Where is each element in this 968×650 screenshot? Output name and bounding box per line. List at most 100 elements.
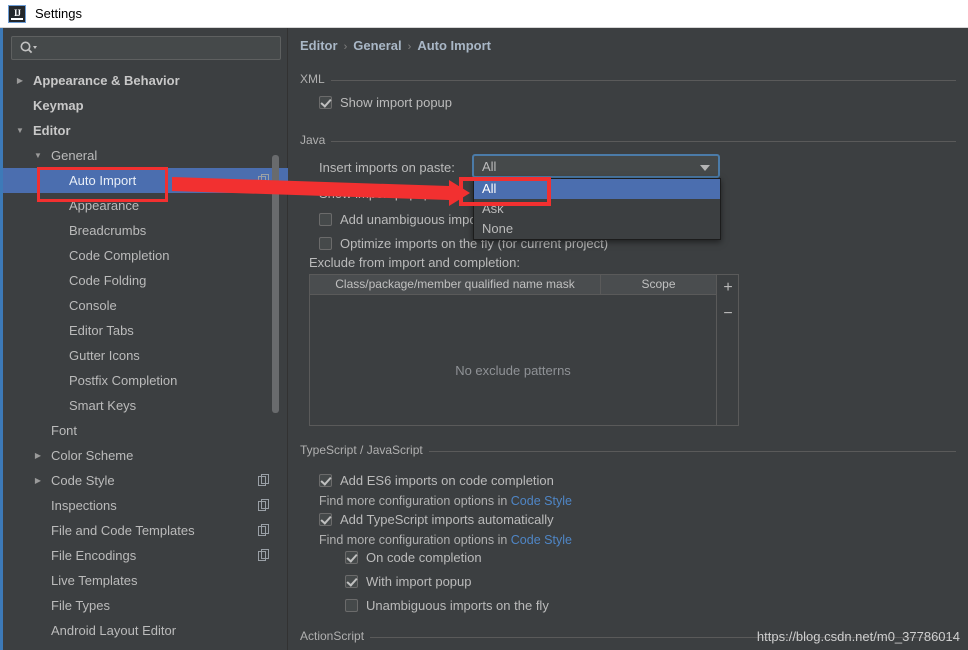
sidebar-item-color-scheme[interactable]: ▶ Color Scheme — [3, 443, 288, 468]
section-title-actionscript: ActionScript — [300, 629, 371, 643]
chevron-down-icon[interactable]: ▼ — [31, 143, 45, 168]
sidebar-item-font[interactable]: Font — [3, 418, 288, 443]
sidebar-item-console[interactable]: Console — [3, 293, 288, 318]
add-exclude-pattern-button[interactable]: + — [717, 277, 739, 299]
sidebar-item-file-and-code-templates[interactable]: File and Code Templates — [3, 518, 288, 543]
checkbox-box-add-es6-imports[interactable] — [319, 474, 332, 487]
sidebar-item-postfix-completion[interactable]: Postfix Completion — [3, 368, 288, 393]
hint-es6-code-style: Find more configuration options in Code … — [319, 492, 572, 510]
checkbox-label-on-code-completion: On code completion — [366, 550, 482, 565]
breadcrumb: Editor › General › Auto Import — [300, 38, 491, 53]
settings-main-panel: Editor › General › Auto Import XML Show impo… — [289, 28, 968, 650]
sidebar-scrollbar-thumb[interactable] — [272, 155, 279, 413]
sidebar-item-label: Code Style — [51, 473, 115, 488]
sidebar-item-label: Gutter Icons — [69, 348, 140, 363]
checkbox-box-on-code-completion[interactable] — [345, 551, 358, 564]
table-header-scope[interactable]: Scope — [601, 275, 716, 294]
search-input[interactable] — [11, 36, 281, 60]
annotation-box-dropdown-all — [459, 177, 551, 206]
link-code-style-es6[interactable]: Code Style — [511, 494, 572, 508]
checkbox-box-unambiguous-imports-on-fly[interactable] — [345, 599, 358, 612]
table-empty-message: No exclude patterns — [455, 363, 571, 378]
sidebar-item-live-templates[interactable]: Live Templates — [3, 568, 288, 593]
chevron-right-icon[interactable]: ▶ — [31, 468, 45, 493]
sidebar-item-general[interactable]: ▼ General — [3, 143, 288, 168]
checkbox-on-code-completion[interactable]: On code completion — [345, 549, 482, 567]
chevron-right-icon[interactable]: ▶ — [13, 68, 27, 93]
sidebar-item-android-layout-editor[interactable]: Android Layout Editor — [3, 618, 288, 643]
exclude-patterns-table[interactable]: Class/package/member qualified name mask… — [309, 274, 717, 426]
sidebar-item-label: File and Code Templates — [51, 523, 195, 538]
sidebar-item-inspections[interactable]: Inspections — [3, 493, 288, 518]
checkbox-label-add-es6-imports: Add ES6 imports on code completion — [340, 473, 554, 488]
checkbox-label-show-import-popup: Show import popup — [340, 95, 453, 110]
checkbox-with-import-popup[interactable]: With import popup — [345, 573, 472, 591]
breadcrumb-item-1[interactable]: General — [353, 38, 401, 53]
sidebar-item-label: Smart Keys — [69, 398, 137, 413]
breadcrumb-item-2[interactable]: Auto Import — [417, 38, 491, 53]
settings-dialog: ▶ Appearance & Behavior Keymap ▼ Editor ▼ Gene… — [0, 28, 968, 650]
section-java: Java — [300, 133, 956, 151]
sidebar-item-label: Live Templates — [51, 573, 138, 588]
chevron-right-icon[interactable]: ▶ — [31, 443, 45, 468]
breadcrumb-item-0[interactable]: Editor — [300, 38, 338, 53]
sidebar-item-label: Appearance & Behavior — [33, 73, 180, 88]
section-typescript-javascript: TypeScript / JavaScript — [300, 443, 956, 461]
checkbox-label-add-typescript-imports: Add TypeScript imports automatically — [340, 512, 554, 527]
sidebar-item-appearance-behavior[interactable]: ▶ Appearance & Behavior — [3, 68, 288, 93]
checkbox-add-typescript-imports[interactable]: Add TypeScript imports automatically — [319, 511, 554, 529]
section-title-ts: TypeScript / JavaScript — [300, 443, 429, 457]
table-header-name-mask[interactable]: Class/package/member qualified name mask — [310, 275, 601, 294]
sidebar-item-code-folding[interactable]: Code Folding — [3, 268, 288, 293]
checkbox-box-show-import-popup[interactable] — [319, 96, 332, 109]
sidebar-item-file-encodings[interactable]: File Encodings — [3, 543, 288, 568]
link-code-style-ts[interactable]: Code Style — [511, 533, 572, 547]
sidebar-scrollbar-track[interactable] — [272, 28, 283, 610]
label-exclude-from-import: Exclude from import and completion: — [309, 255, 520, 270]
remove-exclude-pattern-button[interactable]: − — [717, 303, 739, 325]
hint-ts-code-style: Find more configuration options in Code … — [319, 531, 572, 549]
sidebar-item-label: File Encodings — [51, 548, 137, 563]
sidebar-item-label: Keymap — [33, 98, 84, 113]
annotation-box-auto-import — [37, 167, 168, 202]
settings-tree[interactable]: ▶ Appearance & Behavior Keymap ▼ Editor ▼ Gene… — [3, 68, 288, 650]
section-divider-java — [300, 141, 956, 142]
sidebar-item-editor[interactable]: ▼ Editor — [3, 118, 288, 143]
sidebar-item-smart-keys[interactable]: Smart Keys — [3, 393, 288, 418]
sidebar-item-label: Code Completion — [69, 248, 170, 263]
dropdown-option-none[interactable]: None — [474, 219, 720, 239]
sidebar-item-file-types[interactable]: File Types — [3, 593, 288, 618]
chevron-down-icon[interactable] — [700, 165, 710, 171]
checkbox-add-es6-imports[interactable]: Add ES6 imports on code completion — [319, 472, 554, 490]
copy-settings-icon[interactable] — [258, 499, 270, 511]
checkbox-box-optimize-imports-on-fly[interactable] — [319, 237, 332, 250]
sidebar-item-label: File Types — [51, 598, 111, 613]
sidebar-item-label: Breadcrumbs — [69, 223, 147, 238]
sidebar-item-label: Inspections — [51, 498, 117, 513]
sidebar-item-gutter-icons[interactable]: Gutter Icons — [3, 343, 288, 368]
sidebar-item-keymap[interactable]: Keymap — [3, 93, 288, 118]
window-title: Settings — [35, 6, 82, 21]
exclude-table-toolbar: + − — [717, 274, 739, 426]
chevron-down-icon[interactable]: ▼ — [13, 118, 27, 143]
breadcrumb-separator: › — [407, 41, 412, 53]
insert-imports-on-paste-select[interactable]: All — [472, 154, 720, 178]
copy-settings-icon[interactable] — [258, 474, 270, 486]
copy-settings-icon[interactable] — [258, 549, 270, 561]
copy-settings-icon[interactable] — [258, 174, 270, 186]
sidebar-item-code-completion[interactable]: Code Completion — [3, 243, 288, 268]
checkbox-show-import-popup[interactable]: Show import popup — [319, 94, 452, 112]
hint-es6-prefix: Find more configuration options in — [319, 494, 511, 508]
checkbox-box-add-unambiguous-imports[interactable] — [319, 213, 332, 226]
section-title-xml: XML — [300, 72, 331, 86]
checkbox-box-with-import-popup[interactable] — [345, 575, 358, 588]
checkbox-box-add-typescript-imports[interactable] — [319, 513, 332, 526]
sidebar-item-code-style[interactable]: ▶ Code Style — [3, 468, 288, 493]
copy-settings-icon[interactable] — [258, 524, 270, 536]
checkbox-unambiguous-imports-on-fly[interactable]: Unambiguous imports on the fly — [345, 597, 549, 615]
sidebar-item-breadcrumbs[interactable]: Breadcrumbs — [3, 218, 288, 243]
sidebar-item-label: Code Folding — [69, 273, 147, 288]
sidebar-item-label: Editor Tabs — [69, 323, 134, 338]
sidebar-item-editor-tabs[interactable]: Editor Tabs — [3, 318, 288, 343]
sidebar-item-label: Editor — [33, 123, 71, 138]
